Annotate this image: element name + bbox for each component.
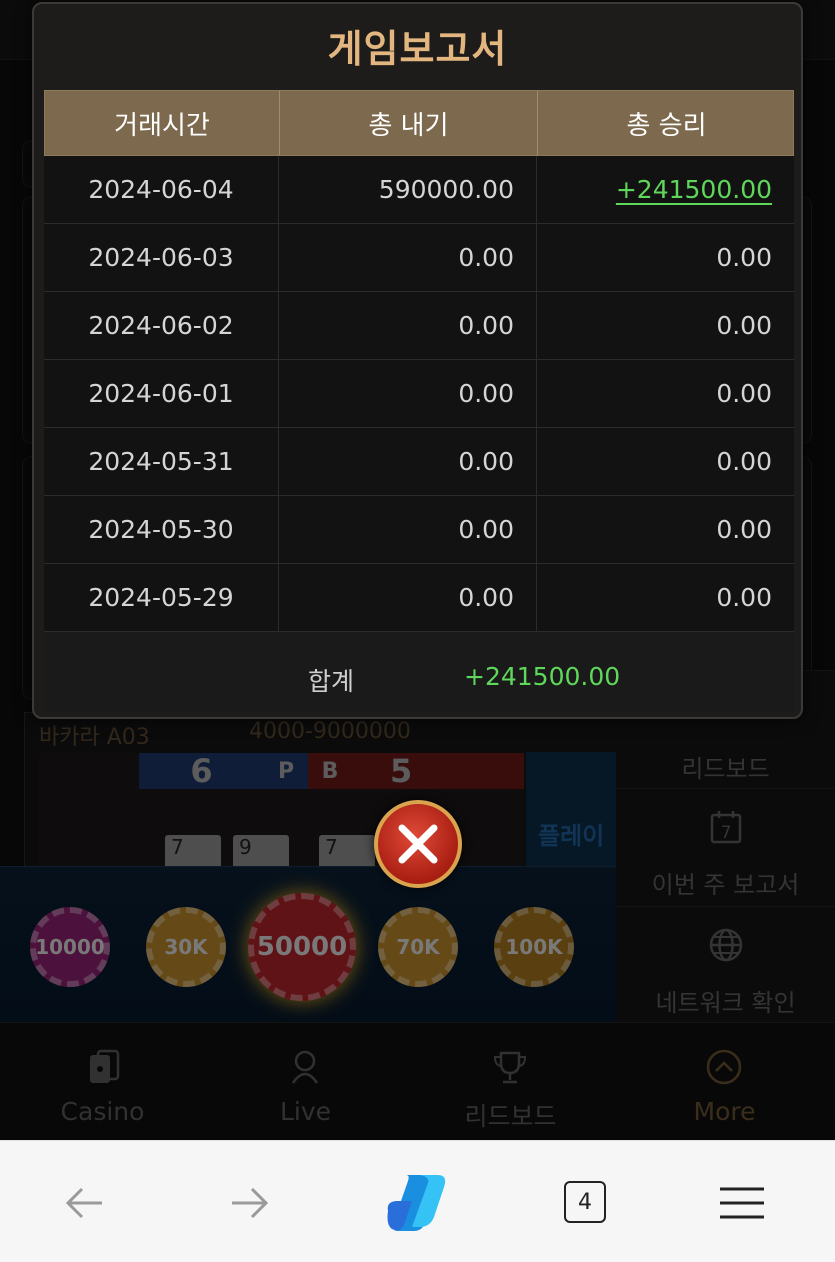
- cell-total-bet: 0.00: [279, 360, 537, 427]
- total-row: 합계 +241500.00: [44, 632, 794, 712]
- cell-date: 2024-06-03: [44, 224, 279, 291]
- header-transaction-time: 거래시간: [45, 91, 280, 155]
- cell-date: 2024-06-04: [44, 156, 279, 223]
- cell-date: 2024-06-02: [44, 292, 279, 359]
- table-row: 2024-05-30 0.00 0.00: [44, 496, 794, 564]
- cell-total-win: 0.00: [716, 243, 772, 272]
- cell-date: 2024-05-31: [44, 428, 279, 495]
- arrow-right-icon[interactable]: [226, 1179, 274, 1227]
- table-row: 2024-06-04 590000.00 +241500.00: [44, 156, 794, 224]
- cell-date: 2024-06-01: [44, 360, 279, 427]
- report-table: 거래시간 총 내기 총 승리 2024-06-04 590000.00 +241…: [44, 90, 794, 632]
- cell-total-bet: 0.00: [279, 496, 537, 563]
- header-total-bet: 총 내기: [280, 91, 538, 155]
- cell-date: 2024-05-29: [44, 564, 279, 631]
- cell-total-bet: 0.00: [279, 292, 537, 359]
- cell-total-bet: 590000.00: [279, 156, 537, 223]
- cell-total-win: 0.00: [716, 515, 772, 544]
- win-detail-link[interactable]: +241500.00: [616, 175, 772, 204]
- cell-total-win: +241500.00: [537, 156, 794, 223]
- total-value: +241500.00: [464, 662, 621, 691]
- table-row: 2024-05-29 0.00 0.00: [44, 564, 794, 632]
- total-label: 합계: [308, 667, 355, 696]
- browser-toolbar: 4: [0, 1140, 835, 1262]
- game-report-modal: 게임보고서 거래시간 총 내기 총 승리 2024-06-04 590000.0…: [32, 2, 803, 719]
- cell-total-win: 0.00: [716, 379, 772, 408]
- hamburger-menu-icon[interactable]: [716, 1179, 768, 1227]
- table-header: 거래시간 총 내기 총 승리: [44, 90, 794, 156]
- cell-total-bet: 0.00: [279, 224, 537, 291]
- cell-total-win: 0.00: [716, 447, 772, 476]
- cell-total-win: 0.00: [716, 583, 772, 612]
- table-row: 2024-06-03 0.00 0.00: [44, 224, 794, 292]
- header-total-win: 총 승리: [626, 110, 707, 141]
- table-row: 2024-06-02 0.00 0.00: [44, 292, 794, 360]
- screen: 바카라 A03 4000-9000000 6 P B 5 7 9 7 플레이 1…: [0, 0, 835, 1262]
- tab-count-button[interactable]: 4: [564, 1181, 606, 1223]
- table-row: 2024-06-01 0.00 0.00: [44, 360, 794, 428]
- arrow-left-icon[interactable]: [60, 1179, 108, 1227]
- cell-total-bet: 0.00: [279, 564, 537, 631]
- cell-total-win: 0.00: [716, 311, 772, 340]
- copilot-icon[interactable]: [380, 1171, 456, 1235]
- cell-date: 2024-05-30: [44, 496, 279, 563]
- modal-title: 게임보고서: [327, 27, 508, 71]
- table-row: 2024-05-31 0.00 0.00: [44, 428, 794, 496]
- close-button[interactable]: [374, 800, 462, 888]
- close-x-icon: [398, 824, 438, 864]
- cell-total-bet: 0.00: [279, 428, 537, 495]
